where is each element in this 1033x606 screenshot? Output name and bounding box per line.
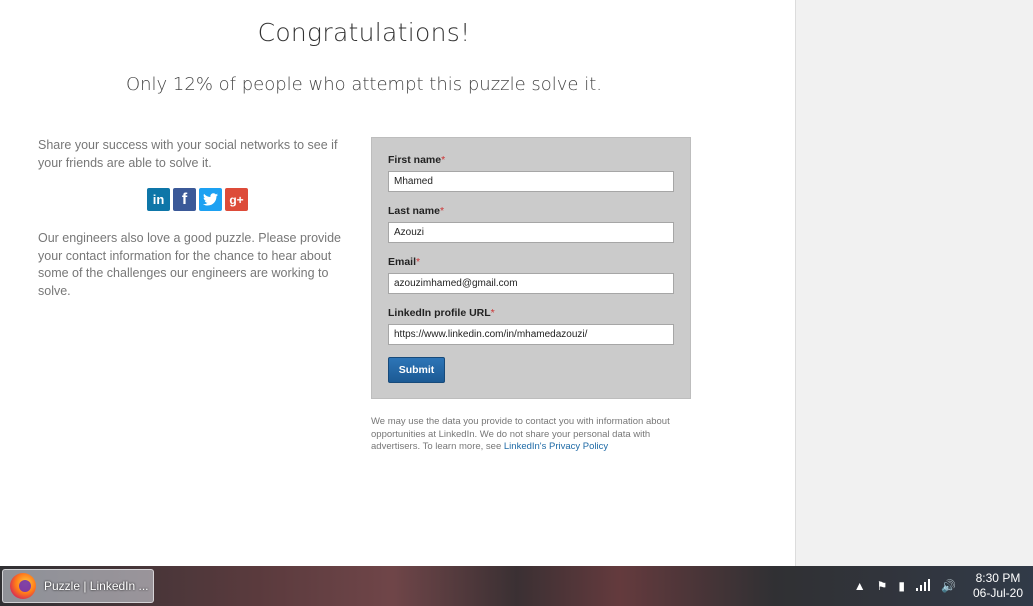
contact-form: First name* Mhamed Last name* Azouzi Ema… <box>371 137 691 399</box>
first-name-label-text: First name <box>388 154 442 166</box>
email-field-group: Email* azouzimhamed@gmail.com <box>388 256 674 294</box>
required-mark: * <box>416 256 421 268</box>
linkedin-url-field-group: LinkedIn profile URL* https://www.linked… <box>388 307 674 345</box>
linkedin-icon[interactable]: in <box>147 188 170 211</box>
signal-bars-glyph <box>916 578 931 591</box>
last-name-label: Last name* <box>388 205 674 217</box>
first-name-input[interactable]: Mhamed <box>388 171 674 192</box>
email-label-text: Email <box>388 256 417 268</box>
privacy-policy-link[interactable]: LinkedIn's Privacy Policy <box>504 441 608 452</box>
last-name-label-text: Last name <box>388 205 440 217</box>
page-subtitle: Only 12% of people who attempt this puzz… <box>125 74 603 95</box>
googleplus-icon[interactable]: g+ <box>225 188 248 211</box>
twitter-icon[interactable] <box>199 188 222 211</box>
facebook-glyph: f <box>181 190 188 208</box>
right-side-panel <box>795 0 1033 566</box>
required-mark: * <box>441 154 446 166</box>
linkedin-glyph: in <box>152 192 165 207</box>
taskbar-app-label: Puzzle | LinkedIn ... <box>44 579 149 593</box>
email-label: Email* <box>388 256 674 268</box>
action-center-flag-icon[interactable]: ⚑ <box>877 579 888 593</box>
linkedin-url-label: LinkedIn profile URL* <box>388 307 674 319</box>
last-name-field-group: Last name* Azouzi <box>388 205 674 243</box>
volume-icon[interactable]: 🔊 <box>941 579 956 593</box>
page-title: Congratulations! <box>257 18 471 47</box>
taskbar-clock[interactable]: 8:30 PM 06-Jul-20 <box>973 571 1023 601</box>
googleplus-glyph: g+ <box>229 192 244 207</box>
privacy-disclaimer: We may use the data you provide to conta… <box>371 416 696 454</box>
facebook-icon[interactable]: f <box>173 188 196 211</box>
network-signal-icon[interactable] <box>916 578 931 594</box>
linkedin-url-input[interactable]: https://www.linkedin.com/in/mhamedazouzi… <box>388 324 674 345</box>
first-name-label: First name* <box>388 154 674 166</box>
required-mark: * <box>490 307 495 319</box>
linkedin-url-label-text: LinkedIn profile URL <box>388 307 491 319</box>
show-hidden-icons-arrow-icon[interactable]: ▲ <box>854 579 866 593</box>
taskbar-firefox-button[interactable]: Puzzle | LinkedIn ... <box>2 569 154 603</box>
twitter-bird-glyph <box>203 193 218 206</box>
page: Congratulations! Only 12% of people who … <box>0 0 795 566</box>
social-share-buttons: in f g+ <box>147 188 248 211</box>
email-input[interactable]: azouzimhamed@gmail.com <box>388 273 674 294</box>
clock-date: 06-Jul-20 <box>972 586 1023 600</box>
clock-time: 8:30 PM <box>975 571 1021 585</box>
submit-button[interactable]: Submit <box>388 357 445 383</box>
required-mark: * <box>439 205 445 217</box>
system-tray: ▲ ⚑ ▮ 🔊 8:30 PM 06-Jul-20 <box>854 566 1033 606</box>
engineers-text: Our engineers also love a good puzzle. P… <box>38 231 341 298</box>
windows-taskbar: Puzzle | LinkedIn ... ▲ ⚑ ▮ 🔊 8:30 PM 06… <box>0 566 1033 606</box>
share-text: Share your success with your social netw… <box>38 138 338 170</box>
first-name-field-group: First name* Mhamed <box>388 154 674 192</box>
power-icon[interactable]: ▮ <box>898 579 905 593</box>
last-name-input[interactable]: Azouzi <box>388 222 674 243</box>
firefox-icon <box>10 573 36 599</box>
